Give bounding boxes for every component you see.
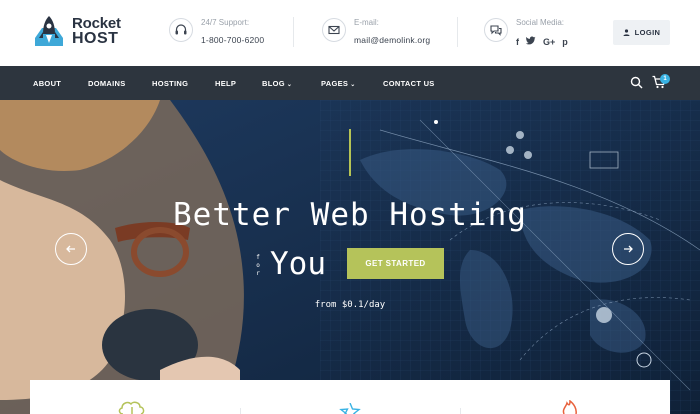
- nav-item-pages[interactable]: PAGES ⌄: [321, 79, 356, 88]
- hero-title: Better Web Hosting: [173, 197, 527, 233]
- user-icon: [623, 29, 630, 36]
- social-links: f G+ p: [516, 36, 568, 47]
- arrow-right-icon: [624, 245, 633, 253]
- nav-item-about[interactable]: ABOUT: [33, 79, 61, 88]
- logo-text-host: HOST: [72, 30, 119, 47]
- hero-for-text: for: [256, 254, 260, 277]
- login-button[interactable]: LOGIN: [613, 20, 670, 45]
- flame-icon: [560, 399, 580, 414]
- arrow-left-icon: [66, 245, 75, 253]
- divider: [240, 408, 241, 414]
- facebook-icon[interactable]: f: [516, 37, 519, 47]
- rocket-logo-icon: [35, 16, 63, 46]
- logo[interactable]: Rocket HOST: [30, 14, 125, 50]
- chat-bubbles-icon: [484, 18, 508, 42]
- hero-accent-line: [349, 129, 351, 176]
- search-icon[interactable]: [630, 76, 643, 94]
- logo-text-rocket: Rocket: [72, 15, 121, 32]
- hero-price: from $0.1/day: [314, 300, 386, 310]
- support-label: 24/7 Support:: [201, 18, 250, 27]
- features-strip: [30, 380, 670, 414]
- pinterest-icon[interactable]: p: [562, 37, 568, 47]
- social-label: Social Media:: [516, 18, 565, 27]
- support-phone[interactable]: 1-800-700-6200: [201, 35, 264, 45]
- cloud-download-icon: [117, 400, 147, 414]
- star-icon: [339, 402, 361, 414]
- twitter-icon[interactable]: [525, 36, 536, 47]
- nav-item-domains[interactable]: DOMAINS: [88, 79, 126, 88]
- divider: [293, 17, 294, 47]
- chevron-down-icon: ⌄: [286, 82, 293, 88]
- main-nav: ABOUT DOMAINS HOSTING HELP BLOG ⌄ PAGES ⌄ …: [0, 66, 700, 100]
- email-address[interactable]: mail@demolink.org: [354, 35, 430, 45]
- envelope-icon: [322, 18, 346, 42]
- nav-item-help[interactable]: HELP: [215, 79, 236, 88]
- divider: [460, 408, 461, 414]
- hero-you-text: You: [270, 246, 326, 282]
- nav-item-hosting[interactable]: HOSTING: [152, 79, 188, 88]
- nav-item-blog[interactable]: BLOG ⌄: [262, 79, 292, 88]
- hero-slider: Better Web Hosting for You GET STARTED f…: [0, 100, 700, 414]
- top-bar: Rocket HOST 24/7 Support: 1-800-700-6200…: [0, 0, 700, 66]
- nav-item-contact-us[interactable]: CONTACT US: [383, 79, 435, 88]
- divider: [457, 17, 458, 47]
- slider-prev-button[interactable]: [55, 233, 87, 265]
- support-info: 24/7 Support: 1-800-700-6200: [169, 14, 279, 52]
- cart-count-badge: 1: [660, 74, 670, 84]
- headset-icon: [169, 18, 193, 42]
- google-plus-icon[interactable]: G+: [543, 37, 555, 47]
- email-info: E-mail: mail@demolink.org: [322, 14, 442, 52]
- get-started-button[interactable]: GET STARTED: [347, 248, 444, 279]
- email-label: E-mail:: [354, 18, 379, 27]
- login-label: LOGIN: [634, 28, 661, 37]
- chevron-down-icon: ⌄: [350, 82, 356, 88]
- slider-next-button[interactable]: [612, 233, 644, 265]
